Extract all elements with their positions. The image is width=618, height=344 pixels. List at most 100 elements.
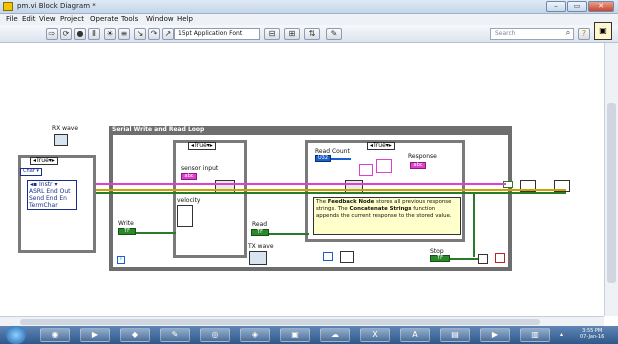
- instr-text: Instr: [39, 181, 53, 188]
- firefox-icon[interactable]: ◉: [40, 328, 70, 342]
- close-button[interactable]: ✕: [588, 1, 614, 12]
- prop-termchar: TermChar: [29, 202, 58, 209]
- font-selector[interactable]: 15pt Application Font: [174, 28, 260, 40]
- search-icon[interactable]: ⌕: [562, 28, 574, 40]
- menu-view[interactable]: View: [39, 15, 56, 23]
- media-player-icon[interactable]: ▶: [80, 328, 110, 342]
- stop-or-wire: [450, 258, 478, 260]
- tx-wave-label: TX wave: [248, 243, 274, 250]
- case1-value: True: [194, 142, 207, 149]
- wait-function-icon[interactable]: [340, 251, 354, 263]
- clock-date: 07-Jan-16: [580, 334, 605, 340]
- align-objects-icon[interactable]: ⊟: [264, 28, 280, 40]
- vi-connector-icon[interactable]: ▣: [594, 22, 612, 40]
- vertical-scroll-thumb[interactable]: [607, 103, 616, 283]
- read-count-label: Read Count: [315, 148, 350, 155]
- app-icon-3[interactable]: ◆: [120, 328, 150, 342]
- run-arrow-icon[interactable]: ⇨: [46, 28, 58, 40]
- horizontal-scroll-thumb[interactable]: [20, 319, 540, 325]
- prop-asrl-end-out: ASRL End Out: [29, 188, 71, 195]
- instr-label: ◂▪ Instr ▾: [30, 181, 58, 188]
- left-case-selector[interactable]: ◂True▾▸: [30, 157, 58, 165]
- response-label: Response: [408, 153, 437, 160]
- concatenate-strings-function[interactable]: [376, 159, 392, 173]
- read-label: Read: [252, 221, 268, 228]
- write-case-selector[interactable]: ◂True▾▸: [188, 142, 216, 150]
- app-icon-13[interactable]: ▥: [520, 328, 550, 342]
- app-icon-4[interactable]: ✎: [160, 328, 190, 342]
- case2-value: True: [373, 142, 386, 149]
- rx-wave-label: RX wave: [52, 125, 79, 132]
- iteration-terminal: i: [117, 256, 125, 264]
- title-bar: pm.vi Block Diagram * – ▭ ✕: [0, 0, 618, 14]
- char-label: Char: [23, 168, 35, 174]
- error-cluster-wire: [96, 189, 566, 191]
- vi-app-icon: [3, 2, 13, 11]
- acrobat-icon[interactable]: A: [400, 328, 430, 342]
- distribute-objects-icon[interactable]: ⊞: [284, 28, 300, 40]
- visa-reference-wire: [96, 192, 566, 194]
- horizontal-scrollbar[interactable]: [0, 316, 604, 326]
- highlight-execution-icon[interactable]: ☀: [104, 28, 116, 40]
- start-button[interactable]: [6, 326, 26, 344]
- read-count-wire: [331, 158, 351, 160]
- read-count-control[interactable]: U32: [315, 155, 331, 162]
- feedback-node-comment: The Feedback Node stores all previous re…: [313, 197, 461, 235]
- step-over-icon[interactable]: ↷: [148, 28, 160, 40]
- retain-wire-values-icon[interactable]: ≡: [118, 28, 130, 40]
- stop-bool-wire: [473, 192, 475, 257]
- rx-wave-terminal[interactable]: [54, 134, 68, 146]
- sensor-input-control[interactable]: abc: [181, 173, 197, 180]
- step-out-icon[interactable]: ↗: [162, 28, 174, 40]
- reorder-icon[interactable]: ⇅: [304, 28, 320, 40]
- toolbar: ⇨ ⟳ ● Ⅱ ☀ ≡ ↘ ↷ ↗ 15pt Application Font …: [0, 25, 618, 43]
- run-continuously-icon[interactable]: ⟳: [60, 28, 72, 40]
- stop-label: Stop: [430, 248, 444, 255]
- vertical-scrollbar[interactable]: [604, 43, 618, 316]
- velocity-graph-terminal[interactable]: [177, 205, 193, 227]
- or-function-icon[interactable]: [478, 254, 488, 264]
- app-icon-7[interactable]: ▣: [280, 328, 310, 342]
- char-control[interactable]: Char ▾: [20, 168, 42, 176]
- app-icon-5[interactable]: ◎: [200, 328, 230, 342]
- note-bold-feedback-node: Feedback Node: [327, 199, 375, 205]
- menu-bar: File Edit View Project Operate Tools Win…: [0, 14, 618, 25]
- menu-window[interactable]: Window: [146, 15, 174, 23]
- labview-icon[interactable]: ▶: [480, 328, 510, 342]
- app-icon-6[interactable]: ◈: [240, 328, 270, 342]
- cleanup-diagram-icon[interactable]: ✎: [326, 28, 342, 40]
- menu-file[interactable]: File: [6, 15, 18, 23]
- window-title: pm.vi Block Diagram *: [17, 2, 96, 10]
- string-wire: [96, 183, 506, 185]
- menu-project[interactable]: Project: [60, 15, 84, 23]
- menu-tools[interactable]: Tools: [121, 15, 138, 23]
- excel-icon[interactable]: X: [360, 328, 390, 342]
- system-clock[interactable]: 3:55 PM 07-Jan-16: [580, 328, 604, 340]
- taskbar: ◉ ▶ ◆ ✎ ◎ ◈ ▣ ☁ X A ▤ ▶ ▥ ▴ 3:55 PM 07-J…: [0, 326, 618, 344]
- tray-arrow-icon[interactable]: ▴: [560, 331, 563, 338]
- write-boolean-control[interactable]: TF: [118, 228, 136, 235]
- step-into-icon[interactable]: ↘: [134, 28, 146, 40]
- note-text-1: The: [316, 199, 328, 205]
- menu-help[interactable]: Help: [177, 15, 193, 23]
- pause-icon[interactable]: Ⅱ: [88, 28, 100, 40]
- minimize-button[interactable]: –: [546, 1, 566, 12]
- menu-edit[interactable]: Edit: [22, 15, 36, 23]
- wait-ms-constant[interactable]: [323, 252, 333, 261]
- help-icon[interactable]: ?: [578, 28, 590, 40]
- stop-button-control[interactable]: TF: [430, 255, 450, 262]
- app-icon-8[interactable]: ☁: [320, 328, 350, 342]
- feedback-node[interactable]: [359, 164, 373, 176]
- read-case-selector[interactable]: ◂True▾▸: [367, 142, 395, 150]
- maximize-button[interactable]: ▭: [567, 1, 587, 12]
- folder-icon[interactable]: ▤: [440, 328, 470, 342]
- read-boolean-control[interactable]: TF: [251, 229, 269, 236]
- left-case-value: True: [36, 157, 49, 164]
- velocity-label: velocity: [177, 197, 201, 204]
- abort-icon[interactable]: ●: [74, 28, 86, 40]
- loop-title: Serial Write and Read Loop: [112, 126, 205, 133]
- prop-send-end-en: Send End En: [29, 195, 67, 202]
- menu-operate[interactable]: Operate: [90, 15, 118, 23]
- stop-loop-terminal[interactable]: [495, 253, 505, 263]
- tx-wave-terminal[interactable]: [249, 251, 267, 265]
